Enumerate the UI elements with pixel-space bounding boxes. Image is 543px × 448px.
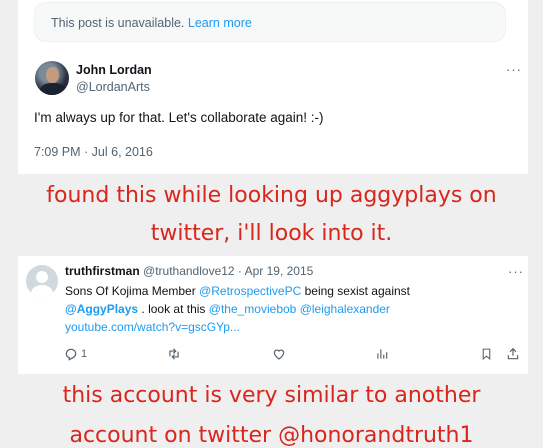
unavailable-text: This post is unavailable. — [51, 16, 185, 30]
like-button[interactable] — [272, 345, 286, 363]
mention-link[interactable]: @RetrospectivePC — [199, 284, 301, 298]
text-segment: . look at this — [138, 302, 209, 316]
caption-line: found this while looking up aggyplays on — [46, 183, 497, 208]
url-link[interactable]: youtube.com/watch?v=gscGYp... — [65, 320, 240, 334]
share-icon — [507, 347, 519, 360]
bookmark-icon — [482, 348, 491, 361]
tweet-text-line: youtube.com/watch?v=gscGYp... — [65, 320, 240, 334]
author-handle[interactable]: @LordanArts — [76, 80, 150, 94]
reply-count: 1 — [81, 348, 88, 360]
text-segment: being sexist against — [301, 284, 410, 298]
caption-line: this account is very similar to another — [62, 383, 481, 408]
caption-line: twitter, i'll look into it. — [150, 221, 393, 246]
separator: · — [234, 264, 245, 278]
more-options-icon[interactable]: ··· — [506, 62, 522, 77]
avatar[interactable] — [35, 61, 69, 95]
text-segment: Sons Of Kojima Member — [65, 284, 200, 298]
mention-link[interactable]: @the_moviebob — [209, 302, 297, 316]
tweet-card-lordan: This post is unavailable. Learn more Joh… — [18, 0, 528, 174]
mention-link[interactable]: @leighalexander — [300, 302, 390, 316]
tweet-card-truthfirstman: truthfirstman @truthandlove12 · Apr 19, … — [18, 256, 528, 374]
tweet-text-line: Sons Of Kojima Member @RetrospectivePC b… — [65, 284, 410, 298]
author-name[interactable]: John Lordan — [76, 63, 152, 77]
default-avatar[interactable] — [26, 265, 58, 297]
mention-link[interactable]: @AggyPlays — [65, 302, 138, 316]
reply-button[interactable]: 1 — [64, 345, 87, 363]
more-options-icon[interactable]: ··· — [508, 264, 524, 279]
views-button[interactable] — [375, 345, 389, 363]
like-icon — [273, 349, 285, 360]
views-icon — [377, 349, 388, 359]
tweet-timestamp[interactable]: 7:09 PM · Jul 6, 2016 — [34, 145, 153, 159]
retweet-icon — [169, 348, 179, 360]
unavailable-post-box: This post is unavailable. Learn more — [34, 2, 506, 42]
tweet-text-line: @AggyPlays . look at this @the_moviebob … — [65, 302, 390, 316]
author-name[interactable]: truthfirstman — [65, 264, 140, 278]
learn-more-link[interactable]: Learn more — [188, 16, 252, 30]
tweet-text: I'm always up for that. Let's collaborat… — [34, 110, 324, 125]
reply-icon — [65, 348, 77, 361]
retweet-button[interactable] — [166, 345, 182, 363]
unavailable-notice: This post is unavailable. Learn more — [51, 16, 252, 30]
bookmark-button[interactable] — [480, 345, 493, 363]
tweet-date[interactable]: Apr 19, 2015 — [245, 264, 314, 278]
share-button[interactable] — [506, 345, 520, 363]
tweet-header: truthfirstman @truthandlove12 · Apr 19, … — [65, 264, 313, 278]
author-handle[interactable]: @truthandlove12 — [143, 264, 235, 278]
caption-line: account on twitter @honorandtruth1 — [69, 423, 474, 448]
